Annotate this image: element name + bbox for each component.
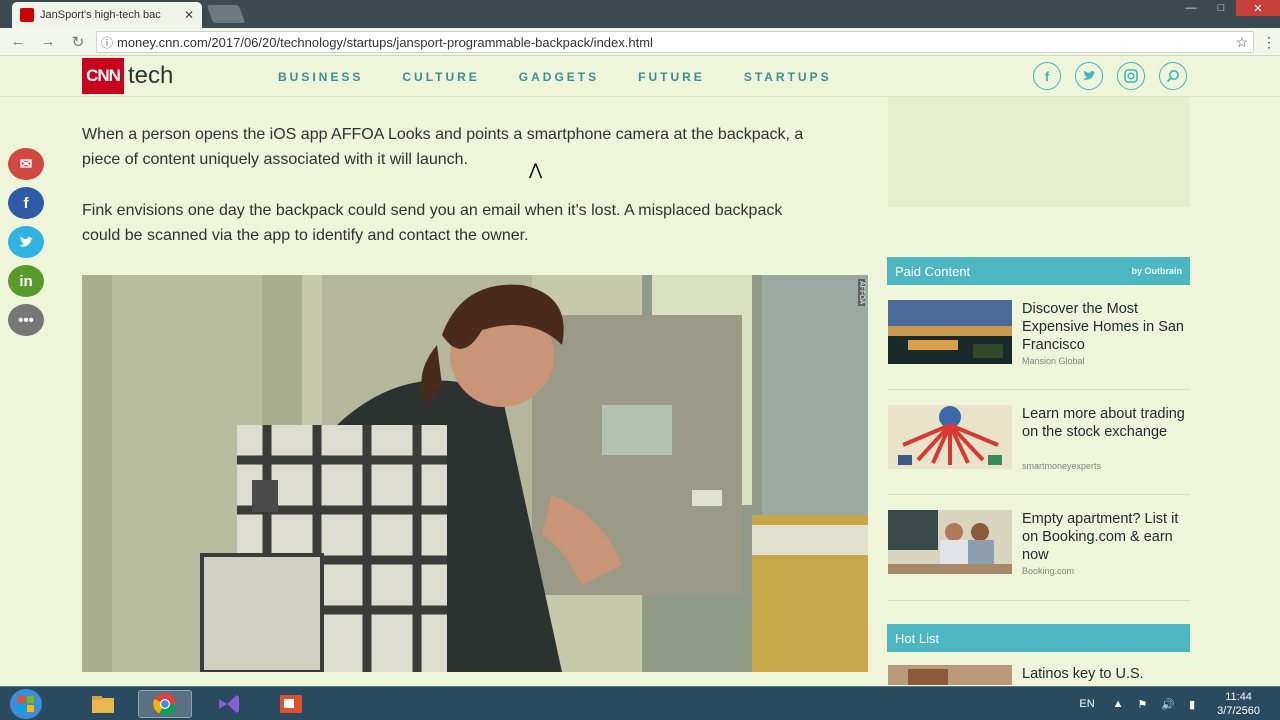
item-title[interactable]: Discover the Most Expensive Homes in San… (1022, 300, 1190, 354)
paid-content-item[interactable]: Learn more about trading on the stock ex… (888, 405, 1190, 471)
url-text[interactable]: money.cnn.com/2017/06/20/technology/star… (117, 35, 1231, 50)
tech-logo-text: tech (128, 62, 174, 89)
facebook-icon[interactable]: f (1033, 62, 1061, 90)
divider (888, 389, 1190, 390)
article-paragraph: Fink envisions one day the backpack coul… (82, 202, 783, 244)
item-source: Booking.com (1022, 566, 1075, 576)
divider (888, 494, 1190, 495)
new-tab-button[interactable] (206, 5, 246, 23)
file-explorer-icon[interactable] (76, 690, 130, 718)
item-thumbnail[interactable] (888, 300, 1012, 364)
browser-tab-strip: JanSport's high-tech bac ✕ — □ ✕ (0, 0, 1280, 28)
clock-date: 3/7/2560 (1217, 705, 1260, 717)
instagram-icon[interactable] (1117, 62, 1145, 90)
search-icon[interactable] (1159, 62, 1187, 90)
hot-list-title: Hot List (895, 630, 940, 646)
window-controls: — □ ✕ (1176, 0, 1280, 20)
browser-menu-icon[interactable]: ⋮ (1262, 34, 1276, 51)
article-photo[interactable]: AFFOA (82, 275, 868, 672)
twitter-icon[interactable] (1075, 62, 1103, 90)
text-cursor-icon: ⋀ (529, 162, 543, 179)
browser-toolbar: ← → ↻ ⓘ money.cnn.com/2017/06/20/technol… (0, 28, 1280, 56)
hot-list-header: Hot List (887, 624, 1190, 652)
nav-gadgets[interactable]: GADGETS (519, 70, 599, 84)
divider (888, 600, 1190, 601)
nav-future[interactable]: FUTURE (638, 70, 705, 84)
photo-credit-badge: AFFOA (858, 279, 865, 307)
paid-content-title: Paid Content (895, 263, 971, 279)
windows-start-icon[interactable] (10, 689, 42, 719)
visual-studio-icon[interactable] (202, 690, 256, 718)
nav-business[interactable]: BUSINESS (278, 70, 363, 84)
close-icon[interactable]: ✕ (184, 8, 194, 22)
maximize-icon[interactable]: □ (1206, 0, 1236, 16)
bookmark-star-icon[interactable]: ☆ (1231, 34, 1253, 51)
mail-icon[interactable]: ✉ (8, 148, 44, 180)
window-close-icon[interactable]: ✕ (1236, 0, 1280, 16)
paid-content-item[interactable]: Discover the Most Expensive Homes in San… (888, 300, 1190, 366)
more-icon[interactable]: ••• (8, 304, 44, 336)
share-bar: ✉ f in ••• (8, 148, 44, 343)
ad-placeholder (888, 97, 1190, 207)
minimize-icon[interactable]: — (1176, 0, 1206, 16)
linkedin-icon[interactable]: in (8, 265, 44, 297)
chrome-icon[interactable] (138, 690, 192, 718)
hot-list-item[interactable]: Latinos key to U.S. (888, 665, 1190, 685)
site-header: CNN tech BUSINESS CULTURE GADGETS FUTURE… (0, 57, 1280, 97)
clock[interactable]: 11:44 3/7/2560 (1217, 690, 1260, 718)
item-thumbnail[interactable] (888, 405, 1012, 469)
presentation-app-icon[interactable] (264, 690, 318, 718)
item-title[interactable]: Empty apartment? List it on Booking.com … (1022, 510, 1190, 564)
item-source: Mansion Global (1022, 356, 1085, 366)
nav-startups[interactable]: STARTUPS (744, 70, 832, 84)
outbrain-credit[interactable]: by Outbrain (1131, 266, 1182, 276)
facebook-icon[interactable]: f (8, 187, 44, 219)
item-source: smartmoneyexperts (1022, 461, 1102, 471)
network-icon[interactable]: ▮ (1189, 698, 1195, 711)
cnn-tech-logo[interactable]: CNN tech (82, 58, 173, 94)
back-icon[interactable]: ← (6, 33, 30, 50)
section-nav: BUSINESS CULTURE GADGETS FUTURE STARTUPS (278, 70, 871, 84)
reload-icon[interactable]: ↻ (66, 33, 90, 51)
paid-content-item[interactable]: Empty apartment? List it on Booking.com … (888, 510, 1190, 576)
volume-icon[interactable]: 🔊 (1161, 698, 1175, 711)
tray-expand-icon[interactable]: ▲ (1113, 698, 1124, 710)
tab-title: JanSport's high-tech bac (40, 9, 161, 21)
os-taskbar: EN ▲ ⚑ 🔊 ▮ 11:44 3/7/2560 (0, 686, 1280, 720)
info-icon[interactable]: ⓘ (97, 34, 117, 51)
item-thumbnail[interactable] (888, 665, 1012, 685)
paid-content-header: Paid Content by Outbrain (887, 257, 1190, 285)
clock-time: 11:44 (1225, 691, 1252, 703)
item-title[interactable]: Learn more about trading on the stock ex… (1022, 405, 1190, 441)
header-social-links: f (1033, 62, 1201, 90)
item-title[interactable]: Latinos key to U.S. (1022, 665, 1190, 683)
forward-icon[interactable]: → (36, 33, 60, 50)
article-paragraph: When a person opens the iOS app AFFOA Lo… (82, 126, 804, 168)
system-tray: EN ▲ ⚑ 🔊 ▮ 11:44 3/7/2560 (1079, 687, 1260, 720)
cnn-logo-mark: CNN (82, 58, 124, 94)
twitter-icon[interactable] (8, 226, 44, 258)
nav-culture[interactable]: CULTURE (402, 70, 479, 84)
browser-tab[interactable]: JanSport's high-tech bac ✕ (12, 2, 202, 28)
cnn-favicon-icon (20, 8, 34, 22)
security-icon[interactable]: ⚑ (1138, 698, 1148, 711)
language-indicator[interactable]: EN (1079, 698, 1094, 710)
address-bar[interactable]: ⓘ money.cnn.com/2017/06/20/technology/st… (96, 31, 1254, 53)
item-thumbnail[interactable] (888, 510, 1012, 574)
